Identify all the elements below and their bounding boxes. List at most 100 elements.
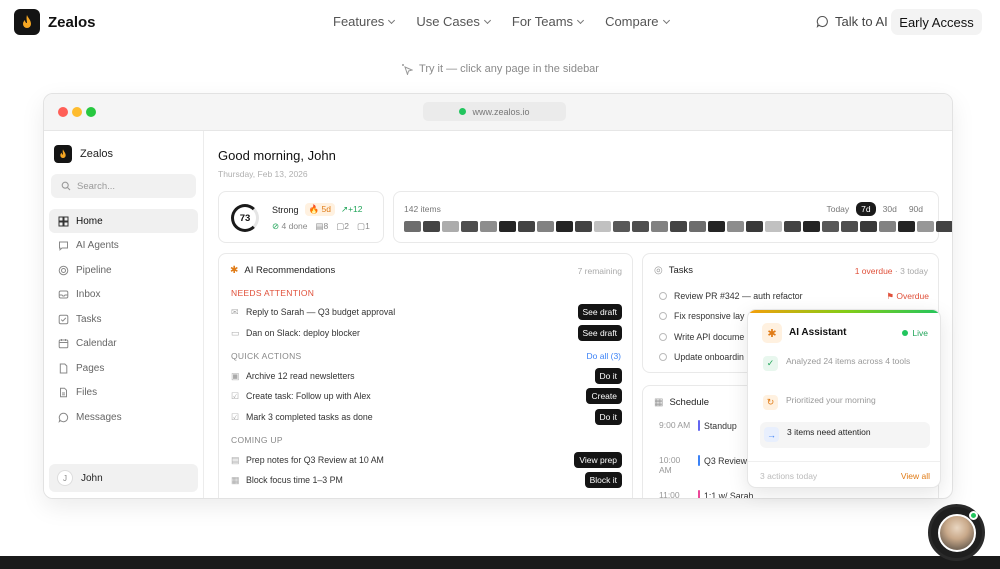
coming-up-heading: COMING UP — [231, 435, 283, 445]
score-value: 73 — [239, 212, 251, 224]
range-tab-today[interactable]: Today — [821, 202, 854, 216]
needs-attention-heading: NEEDS ATTENTION — [231, 288, 315, 298]
rec-text: Create task: Follow up with Alex — [246, 391, 371, 401]
close-window-dot[interactable] — [58, 107, 68, 117]
create-button[interactable]: Create — [586, 388, 622, 404]
user-menu[interactable]: J John — [49, 464, 198, 492]
nav-use-cases[interactable]: Use Cases — [416, 14, 491, 29]
grid-icon — [58, 216, 69, 227]
refresh-icon: ↻ — [763, 395, 778, 410]
sidebar-brand[interactable]: Zealos — [54, 145, 113, 163]
sidebar-item-tasks[interactable]: Tasks — [49, 307, 198, 331]
search-input[interactable]: Search... — [51, 174, 196, 198]
task-checkbox[interactable] — [659, 353, 667, 361]
block-it-button[interactable]: Block it — [584, 472, 622, 488]
heatmap-cell — [917, 221, 934, 232]
nav-features-label: Features — [333, 14, 385, 29]
stat-a: ▤8 — [316, 221, 329, 232]
attention-item[interactable]: → 3 items need attention — [760, 422, 930, 448]
task-checkbox[interactable] — [659, 333, 667, 341]
minimize-window-dot[interactable] — [72, 107, 82, 117]
maximize-window-dot[interactable] — [86, 107, 96, 117]
sidebar-item-inbox[interactable]: Inbox — [49, 283, 198, 307]
chat-bubble-icon — [816, 15, 828, 28]
sidebar: Zealos Search... Home AI Agents Pipeline… — [44, 131, 204, 498]
heatmap-cell — [765, 221, 782, 232]
range-tab-90d[interactable]: 90d — [904, 202, 928, 216]
do-it-button[interactable]: Do it — [594, 368, 622, 384]
done-value: 4 done — [281, 221, 308, 231]
sidebar-item-label: Files — [76, 387, 98, 398]
talk-to-ai-link[interactable]: Talk to AI — [816, 14, 888, 29]
footer-bar — [0, 556, 1000, 569]
assistant-item: ✓ Analyzed 24 items across 4 tools — [763, 356, 931, 371]
early-access-button[interactable]: Early Access — [891, 9, 982, 35]
task-item[interactable]: Write API docume — [659, 330, 744, 344]
event-color-bar — [698, 490, 700, 498]
sidebar-item-home[interactable]: Home — [49, 209, 198, 233]
task-item[interactable]: Fix responsive lay — [659, 309, 744, 323]
tasks-header: ◎ Tasks — [654, 265, 693, 276]
view-all-link[interactable]: View all — [901, 471, 930, 481]
task-item[interactable]: Update onboardin — [659, 350, 744, 364]
event-q3-review[interactable]: Q3 Review — [698, 455, 747, 466]
stat-b: ▢2 — [336, 221, 349, 232]
chat-launcher-avatar[interactable] — [928, 504, 985, 561]
search-placeholder: Search... — [77, 180, 116, 192]
schedule-header: ▦ Schedule — [654, 397, 709, 408]
task-checkbox[interactable] — [659, 292, 667, 300]
assistant-item: ↻ Prioritized your morning — [763, 395, 931, 410]
online-dot-icon — [969, 511, 978, 520]
nav-features[interactable]: Features — [333, 14, 396, 29]
task-checkbox[interactable] — [659, 312, 667, 320]
heatmap-cell — [746, 221, 763, 232]
flame-logo-icon — [14, 9, 40, 35]
sidebar-item-calendar[interactable]: Calendar — [49, 332, 198, 356]
heatmap-cell — [594, 221, 611, 232]
stat-b-value: 2 — [344, 221, 350, 231]
nav-for-teams[interactable]: For Teams — [512, 14, 585, 29]
sidebar-item-label: Pipeline — [76, 264, 112, 276]
calendar-icon — [58, 338, 69, 349]
folder-icon — [58, 387, 69, 398]
nav-compare-label: Compare — [605, 14, 659, 29]
brand[interactable]: Zealos — [14, 9, 96, 35]
range-tab-7d[interactable]: 7d — [856, 202, 876, 216]
view-prep-button[interactable]: View prep — [574, 452, 622, 468]
message-icon — [58, 412, 69, 423]
checkbox-icon: ☑ — [231, 411, 240, 422]
nav-compare[interactable]: Compare — [605, 14, 670, 29]
sidebar-hint-text: Try it — click any page in the sidebar — [419, 63, 599, 75]
stat-a-value: 8 — [323, 221, 329, 231]
ai-assistant-popup[interactable]: ✱ AI Assistant Live ✓ Analyzed 24 items … — [747, 309, 941, 488]
heatmap-cell — [575, 221, 592, 232]
heatmap-cell — [803, 221, 820, 232]
range-tab-30d[interactable]: 30d — [878, 202, 902, 216]
event-standup[interactable]: Standup — [698, 420, 737, 431]
heatmap-cell — [632, 221, 649, 232]
sidebar-item-ai-agents[interactable]: AI Agents — [49, 234, 198, 258]
overdue-flag: ⚑ Overdue — [886, 291, 929, 302]
flame-icon: 🔥 — [308, 204, 320, 214]
event-1on1-sarah[interactable]: 1:1 w/ Sarah — [698, 490, 753, 498]
see-draft-button[interactable]: See draft — [577, 325, 622, 341]
url-text: www.zealos.io — [472, 106, 530, 117]
task-text: Write API docume — [674, 332, 745, 342]
do-all-link[interactable]: Do all (3) — [587, 351, 621, 361]
score-card[interactable]: 73 Strong 🔥 5d ↗+12 ⊘ 4 done ▤8 ▢2 ▢1 — [218, 191, 384, 243]
sidebar-item-files[interactable]: Files — [49, 381, 198, 405]
do-it-button[interactable]: Do it — [594, 409, 622, 425]
see-draft-button[interactable]: See draft — [577, 304, 622, 320]
streak-badge: 🔥 5d — [304, 203, 335, 216]
sidebar-item-pipeline[interactable]: Pipeline — [49, 258, 198, 282]
score-stats: ⊘ 4 done ▤8 ▢2 ▢1 — [272, 221, 370, 232]
sidebar-item-messages[interactable]: Messages — [49, 405, 198, 429]
url-bar[interactable]: www.zealos.io — [423, 102, 566, 121]
sidebar-item-label: AI Agents — [76, 240, 119, 251]
heatmap-cell — [860, 221, 877, 232]
accent-gradient-line — [748, 310, 940, 313]
chevron-down-icon — [388, 16, 396, 24]
task-item[interactable]: Review PR #342 — auth refactor ⚑ Overdue — [659, 289, 929, 303]
sidebar-item-pages[interactable]: Pages — [49, 356, 198, 380]
done-stat: ⊘ 4 done — [272, 221, 308, 232]
